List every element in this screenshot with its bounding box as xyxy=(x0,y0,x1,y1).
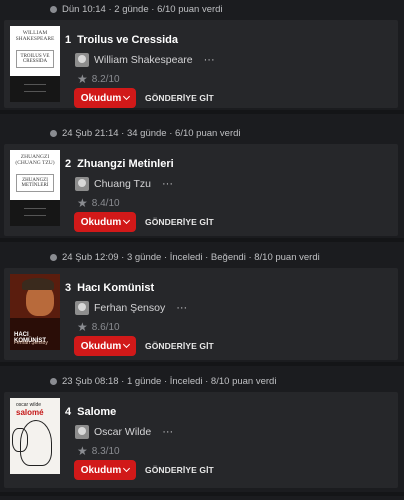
cover-author-text: Ferhan Şensoy xyxy=(14,340,48,346)
go-to-post-button[interactable]: GÖNDERİYE GİT xyxy=(145,93,214,103)
more-dots-icon[interactable]: ··· xyxy=(204,54,215,66)
entry-meta-text: 24 Şub 12:09 · 3 günde · İnceledi · Beğe… xyxy=(62,251,320,263)
entry-meta-text: 23 Şub 08:18 · 1 günde · İnceledi · 8/10… xyxy=(62,375,277,387)
read-status-button[interactable]: Okudum xyxy=(74,88,136,108)
book-title[interactable]: Hacı Komünist xyxy=(77,282,154,294)
entry-number: 3 xyxy=(65,282,72,294)
entry-meta-text: 24 Şub 21:14 · 34 günde · 6/10 puan verd… xyxy=(62,127,241,139)
author-name[interactable]: Chuang Tzu xyxy=(94,178,151,190)
entry-number: 2 xyxy=(65,158,72,170)
info-dot-icon xyxy=(50,377,57,385)
book-card: WILLIAM SHAKESPEARE TROILUS VE CRESSIDA … xyxy=(4,20,398,108)
book-card: HACI KOMÜNİST Ferhan Şensoy 3 Hacı Komün… xyxy=(4,268,398,360)
more-dots-icon[interactable]: ··· xyxy=(176,302,187,314)
book-title[interactable]: Salome xyxy=(77,406,116,418)
more-dots-icon[interactable]: ··· xyxy=(162,178,173,190)
author-name[interactable]: William Shakespeare xyxy=(94,54,193,66)
author-avatar[interactable] xyxy=(75,425,89,439)
go-to-post-button[interactable]: GÖNDERİYE GİT xyxy=(145,465,214,475)
star-icon: ★ xyxy=(77,72,88,86)
star-icon: ★ xyxy=(77,444,88,458)
cover-title-text: TROILUS VE CRESSIDA xyxy=(20,53,50,65)
book-card: ZHUANGZI (CHUANG TZU) ZHUANGZI METİNLERİ… xyxy=(4,144,398,236)
book-cover[interactable]: HACI KOMÜNİST Ferhan Şensoy xyxy=(10,274,60,350)
read-status-label: Okudum xyxy=(80,92,122,104)
cover-author-text: WILLIAM SHAKESPEARE xyxy=(15,30,55,42)
read-status-label: Okudum xyxy=(80,216,122,228)
entry-number: 1 xyxy=(65,34,72,46)
cover-title-text: ZHUANGZI METİNLERİ xyxy=(21,177,49,189)
star-icon: ★ xyxy=(77,320,88,334)
read-status-label: Okudum xyxy=(80,464,122,476)
book-cover[interactable]: oscar wilde salomé xyxy=(10,398,60,474)
author-avatar[interactable] xyxy=(75,177,89,191)
author-avatar[interactable] xyxy=(75,301,89,315)
author-name[interactable]: Oscar Wilde xyxy=(94,426,151,438)
entry-meta-text: Dün 10:14 · 2 günde · 6/10 puan verdi xyxy=(62,3,223,15)
author-name[interactable]: Ferhan Şensoy xyxy=(94,302,165,314)
info-dot-icon xyxy=(50,253,57,261)
entry-meta: 24 Şub 12:09 · 3 günde · İnceledi · Beğe… xyxy=(50,248,320,266)
cover-title-text: salomé xyxy=(16,408,44,417)
book-title[interactable]: Zhuangzi Metinleri xyxy=(77,158,174,170)
chevron-down-icon xyxy=(123,464,131,473)
chevron-down-icon xyxy=(123,340,131,349)
book-card: oscar wilde salomé 4 Salome Oscar Wilde … xyxy=(4,392,398,488)
go-to-post-button[interactable]: GÖNDERİYE GİT xyxy=(145,217,214,227)
book-title[interactable]: Troilus ve Cressida xyxy=(77,34,178,46)
read-status-button[interactable]: Okudum xyxy=(74,212,136,232)
info-dot-icon xyxy=(50,129,57,137)
chevron-down-icon xyxy=(123,216,131,225)
read-status-label: Okudum xyxy=(80,340,122,352)
entry-number: 4 xyxy=(65,406,72,418)
read-status-button[interactable]: Okudum xyxy=(74,460,136,480)
book-rating: 8.6/10 xyxy=(91,321,120,333)
book-rating: 8.3/10 xyxy=(91,445,120,457)
book-rating: 8.4/10 xyxy=(91,197,120,209)
more-dots-icon[interactable]: ··· xyxy=(162,426,173,438)
cover-author-text: ZHUANGZI (CHUANG TZU) xyxy=(15,154,55,166)
book-cover[interactable]: ZHUANGZI (CHUANG TZU) ZHUANGZI METİNLERİ xyxy=(10,150,60,226)
chevron-down-icon xyxy=(123,92,131,101)
star-icon: ★ xyxy=(77,196,88,210)
entry-meta: 23 Şub 08:18 · 1 günde · İnceledi · 8/10… xyxy=(50,372,276,390)
book-cover[interactable]: WILLIAM SHAKESPEARE TROILUS VE CRESSIDA xyxy=(10,26,60,102)
entry-meta: 24 Şub 21:14 · 34 günde · 6/10 puan verd… xyxy=(50,124,241,142)
author-avatar[interactable] xyxy=(75,53,89,67)
go-to-post-button[interactable]: GÖNDERİYE GİT xyxy=(145,341,214,351)
book-rating: 8.2/10 xyxy=(91,73,120,85)
info-dot-icon xyxy=(50,5,57,13)
entry-meta: Dün 10:14 · 2 günde · 6/10 puan verdi xyxy=(50,0,223,18)
read-status-button[interactable]: Okudum xyxy=(74,336,136,356)
